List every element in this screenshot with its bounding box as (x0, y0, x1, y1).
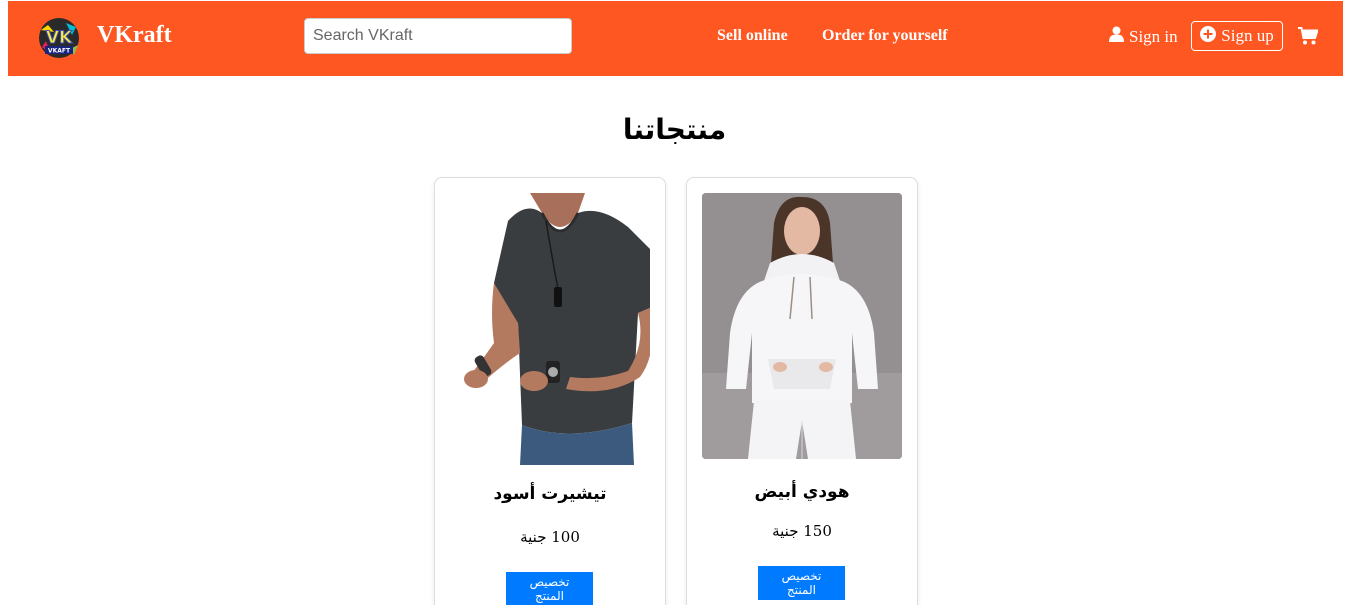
cart-icon[interactable] (1298, 27, 1319, 50)
nav-link-sell-online[interactable]: Sell online (717, 27, 788, 45)
signup-button[interactable]: Sign up (1191, 21, 1283, 51)
signin-button[interactable]: Sign in (1109, 26, 1178, 47)
nav-link-order-for-yourself[interactable]: Order for yourself (822, 27, 948, 45)
customize-product-button[interactable]: تخصيص المنتج (506, 572, 593, 605)
product-price: 100 جنية (520, 528, 580, 546)
product-image[interactable] (702, 193, 902, 459)
brand-name[interactable]: VKraft (97, 22, 172, 49)
svg-text:VKAFT: VKAFT (48, 48, 71, 55)
user-icon (1109, 26, 1124, 47)
product-card: تيشيرت أسود 100 جنية تخصيص المنتج (434, 177, 666, 605)
navbar: VK VKAFT VKraft Sell online Order for yo… (8, 1, 1343, 76)
plus-circle-icon (1200, 25, 1217, 47)
customize-product-button[interactable]: تخصيص المنتج (758, 566, 845, 600)
product-name: تيشيرت أسود (493, 484, 607, 504)
product-image[interactable] (450, 193, 650, 465)
product-price: 150 جنية (772, 522, 832, 540)
search-input[interactable] (304, 18, 572, 54)
signup-label: Sign up (1221, 26, 1274, 45)
svg-text:VK: VK (46, 28, 73, 48)
signin-label: Sign in (1129, 26, 1178, 46)
page-title: منتجاتنا (622, 113, 727, 146)
product-card: هودي أبيض 150 جنية تخصيص المنتج (686, 177, 918, 605)
vkraft-logo[interactable]: VK VKAFT (36, 15, 82, 61)
product-name: هودي أبيض (754, 482, 850, 502)
